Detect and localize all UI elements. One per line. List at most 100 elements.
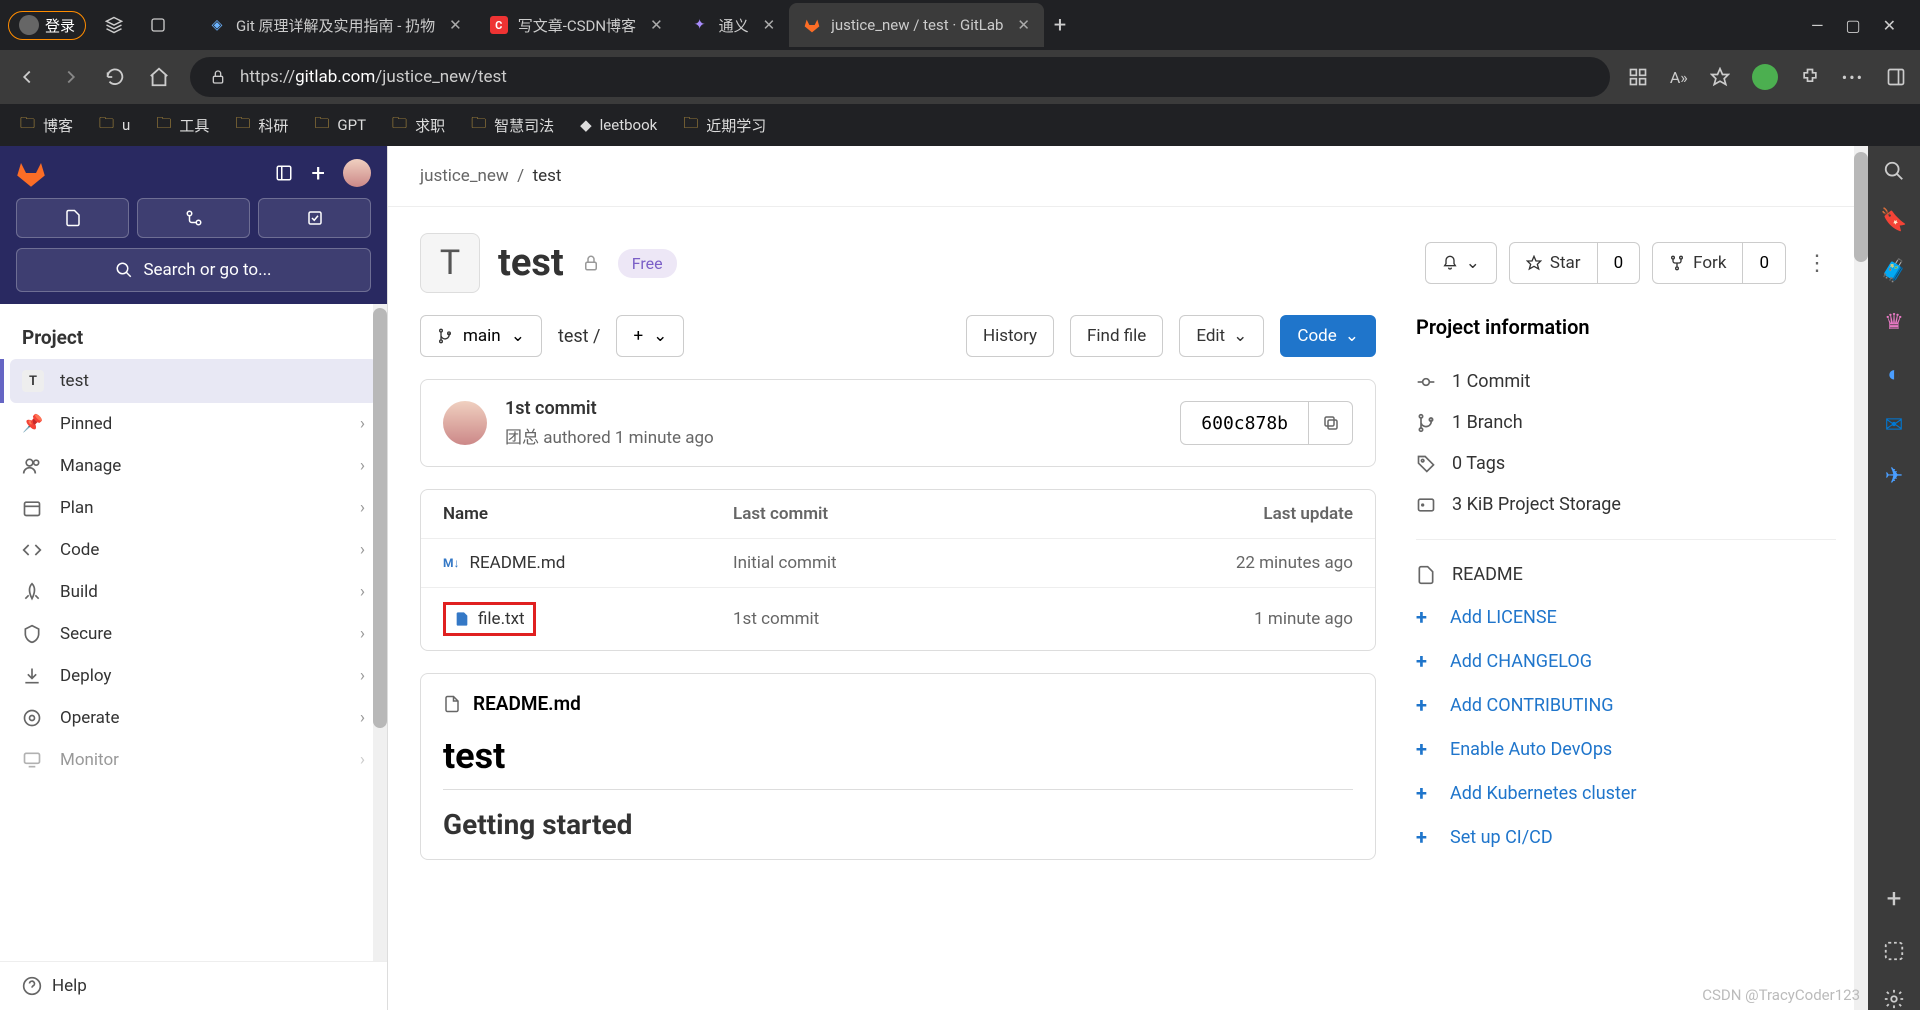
tab-git-guide[interactable]: ◈ Git 原理详解及实用指南 - 扔物 ✕ — [194, 3, 476, 47]
refresh-button[interactable] — [102, 64, 128, 90]
edit-dropdown[interactable]: Edit⌄ — [1179, 315, 1264, 357]
maximize-button[interactable]: ▢ — [1845, 16, 1860, 35]
sidebar-action-issues[interactable] — [16, 198, 129, 238]
add-dropdown[interactable]: +⌄ — [616, 315, 684, 357]
search-icon[interactable] — [1883, 160, 1905, 182]
branch-dropdown[interactable]: main⌄ — [420, 315, 542, 357]
sidebar-item-operate[interactable]: Operate› — [0, 697, 387, 739]
commit-sha[interactable]: 600c878b — [1180, 401, 1309, 445]
favorite-icon[interactable] — [1710, 67, 1730, 87]
file-row[interactable]: M↓README.md Initial commit 22 minutes ag… — [421, 539, 1375, 588]
sidebar-help[interactable]: Help — [0, 961, 387, 1010]
file-row[interactable]: file.txt 1st commit 1 minute ago — [421, 588, 1375, 650]
more-actions-button[interactable]: ⋮ — [1798, 251, 1836, 276]
forward-button[interactable] — [58, 64, 84, 90]
watermark: CSDN @TracyCoder123 — [1702, 986, 1860, 1004]
bookmark-item[interactable]: 🗀GPT — [314, 113, 366, 138]
close-window-button[interactable]: ✕ — [1883, 16, 1896, 35]
add-changelog[interactable]: +Add CHANGELOG — [1416, 639, 1836, 683]
extension-avatar-icon[interactable] — [1752, 64, 1778, 90]
briefcase-icon[interactable]: 🧳 — [1880, 259, 1907, 284]
bookmark-item[interactable]: 🗀u — [99, 113, 130, 138]
fork-button[interactable]: Fork — [1652, 242, 1743, 284]
add-contributing[interactable]: +Add CONTRIBUTING — [1416, 683, 1836, 727]
tab-gitlab[interactable]: justice_new / test · GitLab ✕ — [789, 3, 1044, 47]
star-count[interactable]: 0 — [1598, 242, 1641, 284]
sidebar-scrollbar[interactable] — [373, 304, 387, 961]
bookmark-item[interactable]: 🗀求职 — [392, 113, 445, 138]
close-icon[interactable]: ✕ — [449, 16, 462, 34]
address-bar[interactable]: https://gitlab.com/justice_new/test — [190, 57, 1610, 97]
sidebar-action-todo[interactable] — [258, 198, 371, 238]
back-button[interactable] — [14, 64, 40, 90]
info-branches[interactable]: 1 Branch — [1416, 402, 1836, 443]
sidebar-item-build[interactable]: Build› — [0, 571, 387, 613]
sidebar-action-mr[interactable] — [137, 198, 250, 238]
info-commits[interactable]: 1 Commit — [1416, 361, 1836, 402]
screenshot-icon[interactable] — [1883, 940, 1905, 962]
new-tab-button[interactable]: + — [1044, 9, 1076, 41]
sidebar-item-manage[interactable]: Manage› — [0, 445, 387, 487]
outlook-icon[interactable]: ✉ — [1885, 413, 1903, 438]
close-icon[interactable]: ✕ — [763, 16, 776, 34]
tag-icon[interactable]: 🔖 — [1880, 208, 1907, 233]
character-icon[interactable]: ♛ — [1884, 310, 1904, 335]
add-rail-icon[interactable]: + — [1887, 884, 1902, 914]
sidebar-toggle-icon[interactable] — [1886, 67, 1906, 87]
login-button[interactable]: 登录 — [8, 11, 86, 40]
find-file-button[interactable]: Find file — [1070, 315, 1163, 357]
bookmark-item[interactable]: 🗀近期学习 — [683, 113, 766, 138]
sidebar-item-deploy[interactable]: Deploy› — [0, 655, 387, 697]
project-header: T test Free ⌄ Star 0 Fork 0 — [388, 207, 1868, 315]
sidebar-item-code[interactable]: Code› — [0, 529, 387, 571]
workspace-icon[interactable] — [98, 9, 130, 41]
user-avatar-icon[interactable] — [343, 159, 371, 187]
sidebar-item-plan[interactable]: Plan› — [0, 487, 387, 529]
tab-csdn[interactable]: C 写文章-CSDN博客 ✕ — [476, 3, 677, 47]
gitlab-logo-icon[interactable] — [16, 158, 46, 188]
plus-icon[interactable]: + — [311, 159, 325, 187]
bookmark-item[interactable]: 🗀博客 — [20, 113, 73, 138]
home-button[interactable] — [146, 64, 172, 90]
extensions-icon[interactable] — [1800, 67, 1820, 87]
info-storage[interactable]: 3 KiB Project Storage — [1416, 484, 1836, 525]
settings-icon[interactable] — [1883, 988, 1905, 1010]
sidebar-project[interactable]: T test — [10, 359, 377, 403]
sidebar-item-monitor[interactable]: Monitor› — [0, 739, 387, 781]
read-aloud-icon[interactable]: A» — [1670, 68, 1688, 87]
info-readme[interactable]: README — [1416, 554, 1836, 595]
office-icon[interactable]: ◐ — [1887, 361, 1900, 387]
history-button[interactable]: History — [966, 315, 1054, 357]
apps-icon[interactable] — [1628, 67, 1648, 87]
tab-tongyi[interactable]: ✦ 通义 ✕ — [677, 3, 790, 47]
sidebar-search[interactable]: Search or go to... — [16, 248, 371, 292]
breadcrumb-owner[interactable]: justice_new — [420, 166, 509, 186]
sidebar-item-secure[interactable]: Secure› — [0, 613, 387, 655]
star-button[interactable]: Star — [1509, 242, 1598, 284]
bookmark-item[interactable]: 🗀科研 — [235, 113, 288, 138]
readme-h2: Getting started — [443, 808, 1353, 841]
bookmark-item[interactable]: 🗀智慧司法 — [471, 113, 554, 138]
minimize-button[interactable]: — — [1811, 16, 1824, 35]
send-icon[interactable]: ✈ — [1885, 464, 1903, 489]
bookmark-item[interactable]: 🗀工具 — [156, 113, 209, 138]
info-tags[interactable]: 0 Tags — [1416, 443, 1836, 484]
add-license[interactable]: +Add LICENSE — [1416, 595, 1836, 639]
panel-icon[interactable] — [275, 164, 293, 182]
code-dropdown[interactable]: Code⌄ — [1280, 315, 1376, 357]
add-k8s[interactable]: +Add Kubernetes cluster — [1416, 771, 1836, 815]
close-icon[interactable]: ✕ — [650, 16, 663, 34]
sidebar-item-pinned[interactable]: 📌Pinned› — [0, 403, 387, 445]
enable-auto-devops[interactable]: +Enable Auto DevOps — [1416, 727, 1836, 771]
tabs-overview-icon[interactable] — [142, 9, 174, 41]
menu-icon[interactable]: ••• — [1842, 68, 1864, 87]
notifications-dropdown[interactable]: ⌄ — [1425, 242, 1497, 284]
setup-cicd[interactable]: +Set up CI/CD — [1416, 815, 1836, 859]
fork-count[interactable]: 0 — [1743, 242, 1786, 284]
copy-sha-button[interactable] — [1309, 401, 1353, 445]
bookmark-item[interactable]: ◆leetbook — [580, 116, 657, 134]
main-scrollbar[interactable] — [1854, 146, 1868, 1010]
commit-title[interactable]: 1st commit — [505, 398, 714, 419]
close-icon[interactable]: ✕ — [1017, 16, 1030, 34]
breadcrumb-project[interactable]: test — [533, 166, 562, 186]
